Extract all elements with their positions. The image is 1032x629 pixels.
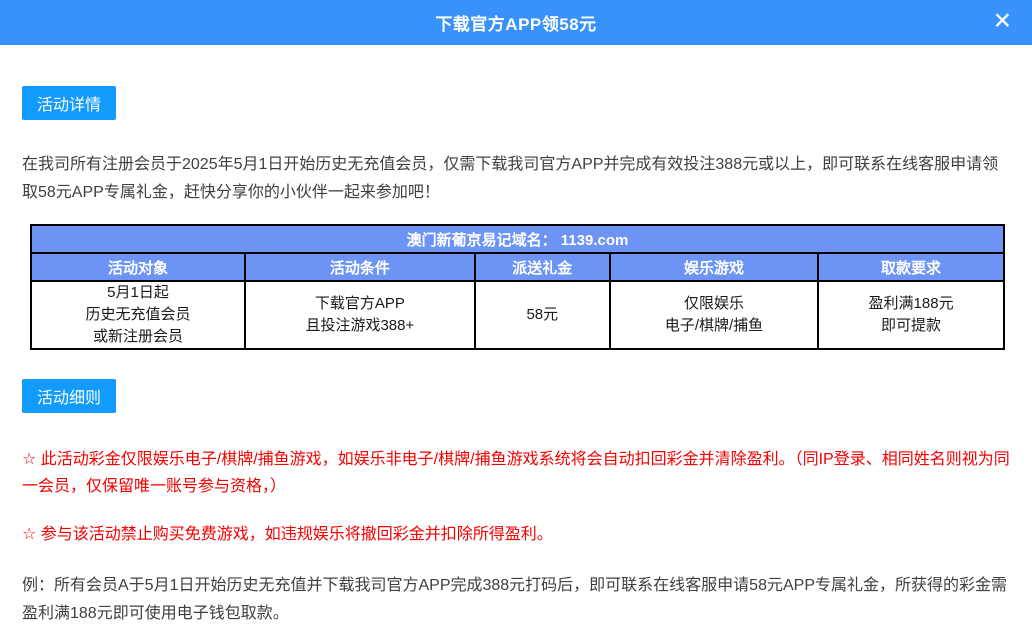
dialog-content: 活动详情 在我司所有注册会员于2025年5月1日开始历史无充值会员，仅需下载我司… bbox=[0, 45, 1032, 628]
cell-games: 仅限娱乐 电子/棋牌/捕鱼 bbox=[610, 281, 818, 349]
table-row: 5月1日起 历史无充值会员 或新注册会员 下载官方APP 且投注游戏388+ 5… bbox=[31, 281, 1004, 349]
cell-target: 5月1日起 历史无充值会员 或新注册会员 bbox=[31, 281, 245, 349]
cell-target-line3: 或新注册会员 bbox=[32, 326, 244, 348]
cell-condition: 下载官方APP 且投注游戏388+ bbox=[245, 281, 475, 349]
cell-withdraw-line2: 即可提款 bbox=[819, 315, 1003, 337]
col-header-withdraw: 取款要求 bbox=[818, 253, 1004, 281]
close-icon[interactable]: ✕ bbox=[987, 7, 1018, 34]
cell-condition-line2: 且投注游戏388+ bbox=[246, 315, 474, 337]
cell-target-line1: 5月1日起 bbox=[32, 282, 244, 304]
cell-games-line2: 电子/棋牌/捕鱼 bbox=[611, 315, 817, 337]
rule-text-1: ☆ 此活动彩金仅限娱乐电子/棋牌/捕鱼游戏，如娱乐非电子/棋牌/捕鱼游戏系统将会… bbox=[22, 446, 1010, 500]
col-header-condition: 活动条件 bbox=[245, 253, 475, 281]
dialog-titlebar: 下载官方APP领58元 ✕ bbox=[0, 0, 1032, 45]
dialog-title: 下载官方APP领58元 bbox=[435, 10, 596, 35]
section-badge-rules: 活动细则 bbox=[22, 379, 116, 413]
col-header-target: 活动对象 bbox=[31, 253, 245, 281]
cell-target-line2: 历史无充值会员 bbox=[32, 304, 244, 326]
cell-games-line1: 仅限娱乐 bbox=[611, 293, 817, 315]
example-text: 例：所有会员A于5月1日开始历史无充值并下载我司官方APP完成388元打码后，即… bbox=[22, 572, 1010, 628]
cell-gift-line1: 58元 bbox=[476, 304, 609, 326]
cell-withdraw: 盈利满188元 即可提款 bbox=[818, 281, 1004, 349]
cell-gift: 58元 bbox=[475, 281, 610, 349]
cell-withdraw-line1: 盈利满188元 bbox=[819, 293, 1003, 315]
cell-condition-line1: 下载官方APP bbox=[246, 293, 474, 315]
section-badge-details: 活动详情 bbox=[22, 86, 116, 120]
col-header-gift: 派送礼金 bbox=[475, 253, 610, 281]
rule-text-2: ☆ 参与该活动禁止购买免费游戏，如违规娱乐将撤回彩金并扣除所得盈利。 bbox=[22, 521, 1010, 548]
col-header-games: 娱乐游戏 bbox=[610, 253, 818, 281]
promo-table: 澳门新葡京易记域名： 1139.com 活动对象 活动条件 派送礼金 娱乐游戏 … bbox=[30, 224, 1005, 350]
table-domain-header: 澳门新葡京易记域名： 1139.com bbox=[31, 225, 1004, 253]
promo-intro-text: 在我司所有注册会员于2025年5月1日开始历史无充值会员，仅需下载我司官方APP… bbox=[22, 151, 1010, 207]
